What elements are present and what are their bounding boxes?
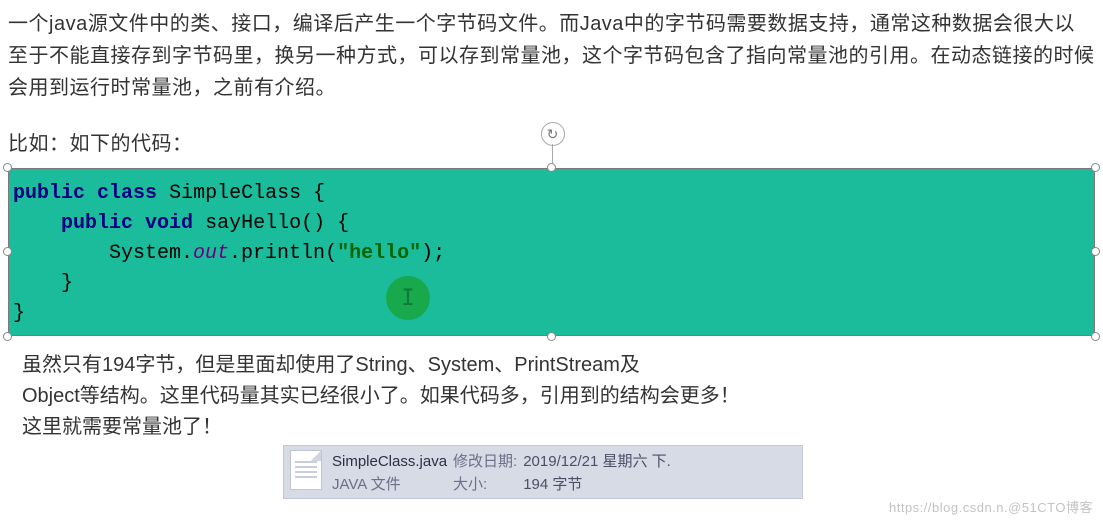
resize-handle-tl[interactable] bbox=[3, 163, 12, 172]
brace-close: } bbox=[13, 272, 73, 295]
rotate-stem bbox=[552, 144, 553, 164]
code-block: public class SimpleClass { public void s… bbox=[8, 168, 1095, 336]
resize-handle-bc[interactable] bbox=[547, 332, 556, 341]
after-line-2: Object等结构。这里代码量其实已经很小了。如果代码多，引用到的结构会更多！ bbox=[22, 381, 1095, 412]
keyword-class: class bbox=[97, 182, 157, 205]
code-text: ); bbox=[421, 242, 445, 265]
brace-close: } bbox=[13, 302, 25, 325]
class-name: SimpleClass bbox=[169, 182, 301, 205]
brace: { bbox=[301, 182, 325, 205]
file-modified-label: 修改日期: bbox=[453, 450, 517, 471]
method-name: sayHello() bbox=[205, 212, 325, 235]
file-icon bbox=[290, 450, 322, 490]
file-type-label: JAVA 文件 bbox=[332, 473, 447, 494]
file-modified-value: 2019/12/21 星期六 下. bbox=[523, 450, 671, 471]
brace: { bbox=[325, 212, 349, 235]
code-text: .println( bbox=[229, 242, 337, 265]
intro-paragraph-1: 一个java源文件中的类、接口，编译后产生一个字节码文件。而Java中的字节码需… bbox=[8, 8, 1095, 104]
resize-handle-bl[interactable] bbox=[3, 332, 12, 341]
keyword-void: void bbox=[145, 212, 193, 235]
resize-handle-tc[interactable] bbox=[547, 163, 556, 172]
resize-handle-ml[interactable] bbox=[3, 247, 12, 256]
file-name: SimpleClass.java bbox=[332, 453, 447, 470]
resize-handle-mr[interactable] bbox=[1091, 247, 1100, 256]
code-text: System. bbox=[109, 242, 193, 265]
resize-handle-br[interactable] bbox=[1091, 332, 1100, 341]
file-size-value: 194 字节 bbox=[523, 473, 671, 494]
rotate-handle-icon[interactable]: ↻ bbox=[541, 122, 565, 146]
after-line-3: 这里就需要常量池了！ bbox=[22, 412, 1095, 443]
keyword-public: public bbox=[61, 212, 133, 235]
file-size-label: 大小: bbox=[453, 473, 517, 494]
field-out: out bbox=[193, 242, 229, 265]
after-line-1: 虽然只有194字节，但是里面却使用了String、System、PrintStr… bbox=[22, 350, 1095, 381]
file-info-tooltip: SimpleClass.java 修改日期: 2019/12/21 星期六 下.… bbox=[283, 445, 803, 499]
string-literal: "hello" bbox=[337, 242, 421, 265]
watermark-text: https://blog.csdn.n.@51CTO博客 bbox=[889, 497, 1093, 516]
after-code-text: 虽然只有194字节，但是里面却使用了String、System、PrintStr… bbox=[8, 350, 1095, 443]
text-cursor-highlight: I bbox=[386, 276, 430, 320]
code-selection-frame[interactable]: ↻ public class SimpleClass { public void… bbox=[8, 168, 1095, 336]
resize-handle-tr[interactable] bbox=[1091, 163, 1100, 172]
keyword-public: public bbox=[13, 182, 85, 205]
